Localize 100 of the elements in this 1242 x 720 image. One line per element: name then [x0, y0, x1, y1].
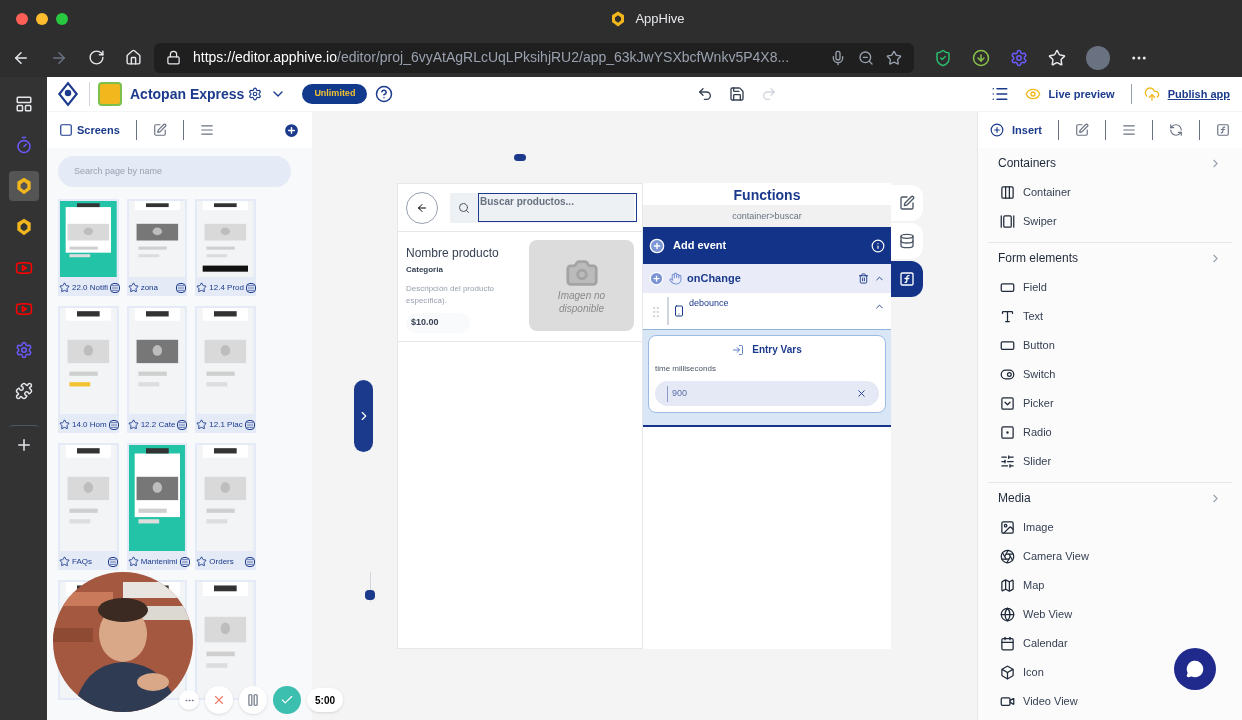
- product-name: Nombre producto: [406, 245, 500, 262]
- menu-icon[interactable]: [176, 282, 187, 293]
- star-icon[interactable]: [127, 419, 139, 430]
- gear-icon[interactable]: [14, 341, 33, 359]
- minimize-window-button[interactable]: [36, 13, 48, 25]
- screen-name: 12.2 Cate: [140, 418, 176, 431]
- star-icon[interactable]: [127, 556, 139, 567]
- component-item[interactable]: Video View: [988, 687, 1232, 716]
- component-item[interactable]: Picker: [988, 389, 1232, 418]
- zoom-out-icon[interactable]: [858, 49, 874, 66]
- menu-icon[interactable]: [179, 556, 190, 567]
- favorite-icon[interactable]: [886, 49, 902, 66]
- star-icon[interactable]: [59, 282, 70, 293]
- side-tool-button[interactable]: [891, 261, 923, 297]
- zoom-window-button[interactable]: [56, 13, 68, 25]
- screen-card[interactable]: Mantenimi: [126, 443, 188, 570]
- help-icon[interactable]: [375, 85, 394, 103]
- add-icon[interactable]: [649, 271, 664, 286]
- component-item[interactable]: Camera View: [988, 542, 1232, 571]
- publish-button[interactable]: Publish app: [1139, 85, 1234, 103]
- close-window-button[interactable]: [16, 13, 28, 25]
- video-play-icon[interactable]: [14, 259, 33, 277]
- live-preview-button[interactable]: Live preview: [1016, 85, 1123, 103]
- component-item[interactable]: Button: [988, 331, 1232, 360]
- component-item[interactable]: Slider: [988, 447, 1232, 476]
- component-item[interactable]: Icon: [988, 658, 1232, 687]
- clear-icon[interactable]: [856, 388, 867, 399]
- component-item[interactable]: Calendar: [988, 629, 1232, 658]
- edit-icon: [152, 123, 167, 137]
- shield-icon[interactable]: [934, 48, 952, 67]
- download-icon[interactable]: [972, 48, 990, 67]
- component-item[interactable]: Web View: [988, 600, 1232, 629]
- star-icon[interactable]: [196, 282, 208, 293]
- screen-card[interactable]: 12.4 Prod: [195, 199, 256, 296]
- variable-input[interactable]: 900: [655, 381, 879, 406]
- star-icon[interactable]: [59, 556, 70, 567]
- video-play-icon[interactable]: [14, 300, 33, 318]
- star-icon[interactable]: [59, 419, 70, 430]
- search-input[interactable]: Buscar productos...: [478, 193, 637, 222]
- component-item[interactable]: Swiper: [988, 207, 1232, 236]
- menu-icon[interactable]: [177, 419, 188, 430]
- layers-icon[interactable]: [990, 85, 1009, 103]
- panel-tab[interactable]: Insert: [986, 117, 1046, 143]
- close-icon: [212, 693, 226, 707]
- zoom-slider[interactable]: [365, 572, 375, 602]
- timer-icon[interactable]: [14, 136, 33, 154]
- side-tool-button[interactable]: [891, 185, 923, 221]
- project-name[interactable]: Actopan Express: [130, 83, 245, 105]
- home-icon[interactable]: [125, 49, 142, 66]
- delete-icon[interactable]: [858, 273, 869, 284]
- menu-icon[interactable]: [245, 419, 255, 430]
- extension-icon[interactable]: [1010, 48, 1028, 67]
- layout-icon[interactable]: [14, 95, 33, 113]
- section-header[interactable]: Containers: [988, 148, 1232, 178]
- screen-card[interactable]: 22.0 Notifi: [58, 199, 119, 296]
- slider-thumb[interactable]: [365, 590, 375, 600]
- screen-card[interactable]: zona: [126, 199, 188, 296]
- chat-button[interactable]: [1174, 648, 1216, 690]
- star-icon[interactable]: [196, 556, 208, 567]
- button-icon: [1000, 338, 1015, 353]
- component-item[interactable]: Field: [988, 273, 1232, 302]
- add-event-button[interactable]: Add event: [643, 227, 891, 264]
- star-icon[interactable]: [127, 282, 139, 293]
- component-item[interactable]: Text: [988, 302, 1232, 331]
- microphone-icon[interactable]: [830, 49, 846, 66]
- event-row[interactable]: onChange: [643, 264, 891, 293]
- menu-icon[interactable]: [246, 282, 257, 293]
- rocket-logo-icon[interactable]: [55, 81, 81, 107]
- puzzle-icon[interactable]: [14, 382, 33, 400]
- menu-icon[interactable]: [107, 556, 118, 567]
- undo-icon[interactable]: [697, 86, 713, 102]
- panel-tab[interactable]: Screens: [55, 117, 124, 143]
- component-item[interactable]: Container: [988, 178, 1232, 207]
- favorites-icon[interactable]: [1048, 48, 1066, 67]
- box-icon: [1000, 665, 1015, 680]
- side-tool-button[interactable]: [891, 223, 923, 259]
- address-bar[interactable]: https://editor.apphive.io/editor/proj_6vyAtAgRLcUqLPksihjRU2/app_63kJwYSXbcfWnkv5P4X8...: [154, 42, 914, 73]
- screen-card[interactable]: 12.2 Cate: [126, 306, 188, 433]
- add-screen-icon[interactable]: [283, 121, 300, 139]
- section-header[interactable]: Media: [988, 483, 1232, 513]
- component-item[interactable]: Image: [988, 513, 1232, 542]
- menu-icon[interactable]: [108, 419, 119, 430]
- profile-avatar[interactable]: [1086, 45, 1110, 70]
- menu-icon[interactable]: [245, 556, 255, 567]
- component-item[interactable]: Switch: [988, 360, 1232, 389]
- settings-icon[interactable]: [248, 87, 263, 101]
- expand-panel-button[interactable]: [354, 380, 373, 452]
- screen-card[interactable]: FAQs: [58, 443, 119, 570]
- section-header[interactable]: Form elements: [988, 243, 1232, 273]
- menu-icon[interactable]: [110, 282, 121, 293]
- component-item[interactable]: Map: [988, 571, 1232, 600]
- radio-icon: [1000, 425, 1015, 440]
- canvas-handle[interactable]: [514, 154, 526, 161]
- screen-card[interactable]: Orders: [195, 443, 256, 570]
- reload-icon[interactable]: [88, 49, 105, 66]
- component-item[interactable]: Radio: [988, 418, 1232, 447]
- screen-card[interactable]: 12.1 Plac: [195, 306, 256, 433]
- save-icon[interactable]: [729, 86, 745, 102]
- screen-card[interactable]: 14.0 Hom: [58, 306, 119, 433]
- star-icon[interactable]: [196, 419, 208, 430]
